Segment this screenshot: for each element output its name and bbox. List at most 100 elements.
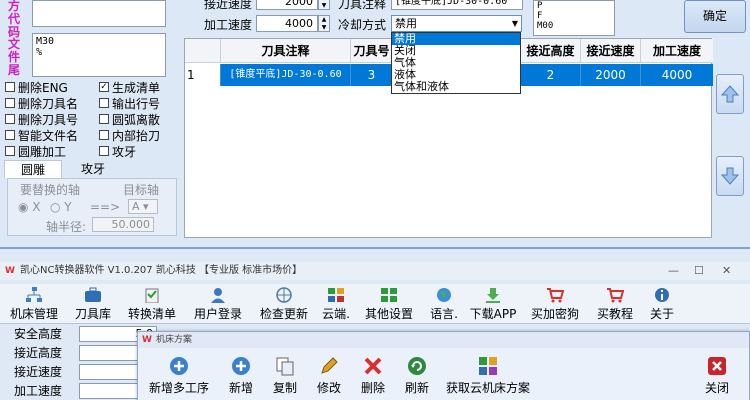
toolbar-about[interactable]: 关于 (646, 287, 678, 321)
checkbox-internal-lift[interactable]: 内部抬刀 (99, 127, 160, 143)
toolbar-buy-dongle[interactable]: 买加密狗 (528, 287, 582, 321)
fetch-cloud-scheme-button[interactable]: 获取云机床方案 (444, 356, 532, 396)
cell-feed-speed[interactable]: 4000 (641, 64, 713, 86)
checkbox-tapping[interactable]: 攻牙 (99, 143, 136, 159)
header-code-textbox[interactable] (32, 0, 166, 27)
checkbox-delete-tool-name[interactable]: 删除刀具名 (5, 95, 78, 111)
checkbox-box[interactable] (99, 114, 109, 124)
minimize-icon[interactable]: — (668, 262, 679, 280)
column-header-tool-note[interactable]: 刀具注释 (221, 39, 351, 63)
move-down-button[interactable] (716, 156, 744, 196)
cell-tool-note[interactable]: [锥度平底]JD-30-0.60 (221, 64, 351, 86)
radio-x-label: X (32, 200, 41, 214)
feed-speed-spinner[interactable]: ▲ ▼ (318, 15, 330, 32)
move-up-button[interactable] (716, 74, 744, 114)
checkbox-delete-tool-no[interactable]: 删除刀具号 (5, 111, 78, 127)
toolbox-icon (85, 287, 101, 302)
checkbox-box[interactable] (99, 98, 109, 108)
checkbox-box[interactable]: ✓ (99, 82, 109, 92)
toolbar-machine-manage[interactable]: 机床管理 (8, 287, 60, 321)
app-title: 凯心NC转换器软件 V1.0.207 凯心科技 【专业版 标准市场价】 (20, 265, 303, 276)
checkbox-delete-eng[interactable]: 删除ENG (5, 79, 68, 95)
checkbox-box[interactable] (5, 130, 15, 140)
delete-button[interactable]: 删除 (356, 356, 390, 396)
checkbox-label: 删除刀具名 (18, 96, 79, 111)
dropdown-option[interactable]: 气体和液体 (392, 81, 520, 93)
globe-icon (276, 287, 292, 303)
add-button[interactable]: 新增 (224, 356, 258, 396)
cell-approach-speed[interactable]: 2000 (581, 64, 641, 86)
toolbar-user-login[interactable]: 用户登录 (190, 287, 246, 321)
copy-button[interactable]: 复制 (268, 356, 302, 396)
checkbox-generate-list[interactable]: ✓ 生成清单 (99, 79, 160, 95)
approach-speed-label: 接近速度 (204, 0, 253, 11)
toolbar-convert-list[interactable]: 转换清单 (124, 287, 180, 321)
checkbox-label: 内部抬刀 (112, 128, 161, 143)
delete-x-icon (364, 357, 382, 375)
column-header-tool-no[interactable]: 刀具号 (351, 39, 393, 63)
earth-icon (437, 288, 451, 302)
radius-label: 轴半径: (46, 220, 87, 234)
checkbox-box[interactable] (5, 98, 15, 108)
feed-speed-input[interactable]: 4000 (256, 15, 318, 32)
checkbox-rotary-carving[interactable]: 圆雕加工 (5, 143, 66, 159)
toolbar-label: 买加密狗 (530, 307, 579, 321)
arrow-down-icon (721, 167, 739, 185)
radius-input[interactable]: 50.000 (92, 217, 154, 232)
row-index[interactable]: 1 (185, 64, 221, 86)
toolbar-other-settings[interactable]: 其他设置 (362, 287, 416, 321)
tool-note-input[interactable]: [锥度平底]JD-30-0.60 (391, 0, 523, 10)
toolbar-download-app[interactable]: 下载APP (468, 287, 518, 321)
dialog-title: 机床方案 (156, 335, 193, 345)
toolbar-cloud[interactable]: 云端. (320, 287, 352, 321)
tab-tapping[interactable]: 攻牙 (64, 160, 122, 178)
dialog-close-button[interactable]: 关闭 (700, 356, 734, 396)
maximize-icon[interactable]: ☐ (694, 262, 704, 280)
checkbox-box[interactable] (99, 146, 109, 156)
cell-approach-height[interactable]: 2 (521, 64, 581, 86)
confirm-button[interactable]: 确定 (684, 0, 746, 33)
approach-speed-spinner[interactable]: ▲▼ (318, 0, 330, 10)
toolbar-label: 语言. (430, 307, 458, 321)
coolant-select[interactable]: 禁用 ▼ (391, 15, 522, 32)
tab-rotary-carving[interactable]: 圆雕 (4, 160, 62, 178)
copy-icon (276, 357, 294, 376)
toolbar-tool-library[interactable]: 刀具库 (72, 287, 114, 321)
app-logo-icon: W (5, 266, 15, 276)
radio-x[interactable]: ◉ X (18, 200, 41, 214)
column-header-approach-height[interactable]: 接近高度 (521, 39, 581, 63)
target-axis-select[interactable]: A ▾ (128, 199, 158, 214)
checkbox-label: 攻牙 (112, 144, 137, 159)
toolbar-language[interactable]: 语言. (426, 287, 462, 321)
close-icon[interactable]: ✕ (722, 262, 731, 280)
column-header-approach-speed[interactable]: 接近速度 (581, 39, 641, 63)
checkbox-smart-filename[interactable]: 智能文件名 (5, 127, 78, 143)
safe-height-label: 安全高度 (14, 327, 63, 341)
checkbox-arc-discrete[interactable]: 圆弧离散 (99, 111, 160, 127)
checkbox-box[interactable] (99, 130, 109, 140)
toolbar-buy-tutorial[interactable]: 买教程 (594, 287, 636, 321)
checkbox-box[interactable] (5, 114, 15, 124)
toolbar-label: 买教程 (596, 307, 633, 321)
refresh-icon (408, 357, 426, 375)
radio-y[interactable]: ○ Y (50, 200, 72, 214)
edit-button[interactable]: 修改 (312, 356, 346, 396)
feed-speed-label: 加工速度 (14, 384, 63, 398)
dialog-button-label: 新增多工序 (148, 381, 209, 395)
toolbar-label: 转换清单 (127, 307, 176, 321)
toolbar-check-update[interactable]: 检查更新 (256, 287, 312, 321)
approach-speed-input[interactable]: 2000 (256, 0, 318, 10)
checkbox-output-line-no[interactable]: 输出行号 (99, 95, 160, 111)
add-multi-process-button[interactable]: 新增多工序 (146, 356, 212, 396)
add-circle-icon (170, 357, 188, 375)
checkbox-box[interactable] (5, 82, 15, 92)
cell-tool-no[interactable]: 3 (351, 64, 393, 86)
checkbox-box[interactable] (5, 146, 15, 156)
tool-code-textbox[interactable]: P F M00 (533, 0, 615, 36)
info-icon (655, 288, 669, 302)
column-header-feed-speed[interactable]: 加工速度 (641, 39, 713, 63)
approach-speed-label: 接近速度 (14, 365, 63, 379)
file-tail-textbox[interactable]: M30 % (32, 33, 166, 77)
target-axis-value: A (132, 200, 140, 213)
refresh-button[interactable]: 刷新 (400, 356, 434, 396)
